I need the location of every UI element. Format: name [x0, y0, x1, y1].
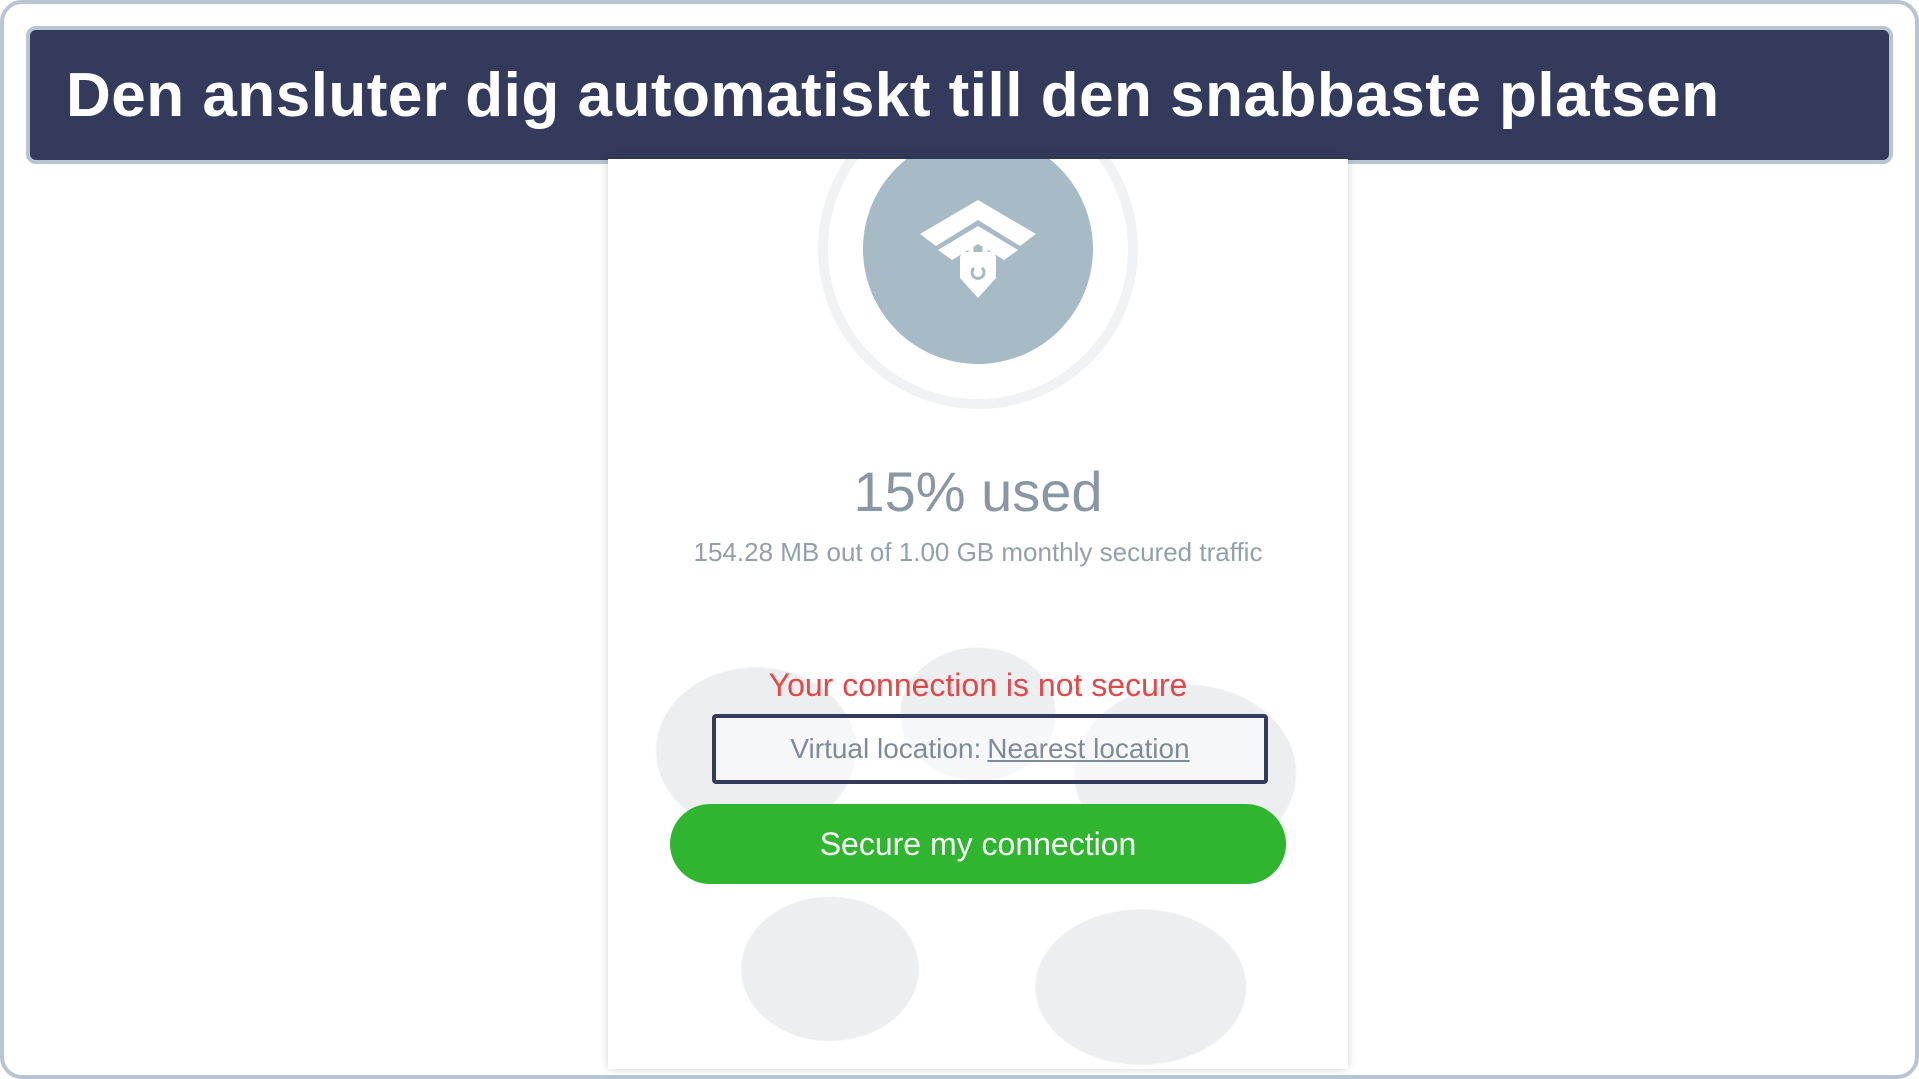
- vpn-shield-icon: [908, 194, 1048, 304]
- usage-percentage: 15% used: [608, 459, 1348, 524]
- vpn-logo-badge: [818, 159, 1138, 409]
- virtual-location-label: Virtual location:: [790, 733, 981, 765]
- vpn-logo-disc: [863, 159, 1093, 364]
- vpn-app-card: 15% used 154.28 MB out of 1.00 GB monthl…: [608, 159, 1348, 1069]
- caption-text: Den ansluter dig automatiskt till den sn…: [66, 60, 1720, 131]
- figure-frame: Den ansluter dig automatiskt till den sn…: [0, 0, 1919, 1079]
- virtual-location-value: Nearest location: [987, 733, 1189, 765]
- caption-banner: Den ansluter dig automatiskt till den sn…: [26, 26, 1893, 164]
- usage-detail: 154.28 MB out of 1.00 GB monthly secured…: [608, 537, 1348, 568]
- virtual-location-selector[interactable]: Virtual location: Nearest location: [712, 714, 1268, 784]
- connection-status-warning: Your connection is not secure: [608, 667, 1348, 704]
- secure-connection-button[interactable]: Secure my connection: [670, 804, 1286, 884]
